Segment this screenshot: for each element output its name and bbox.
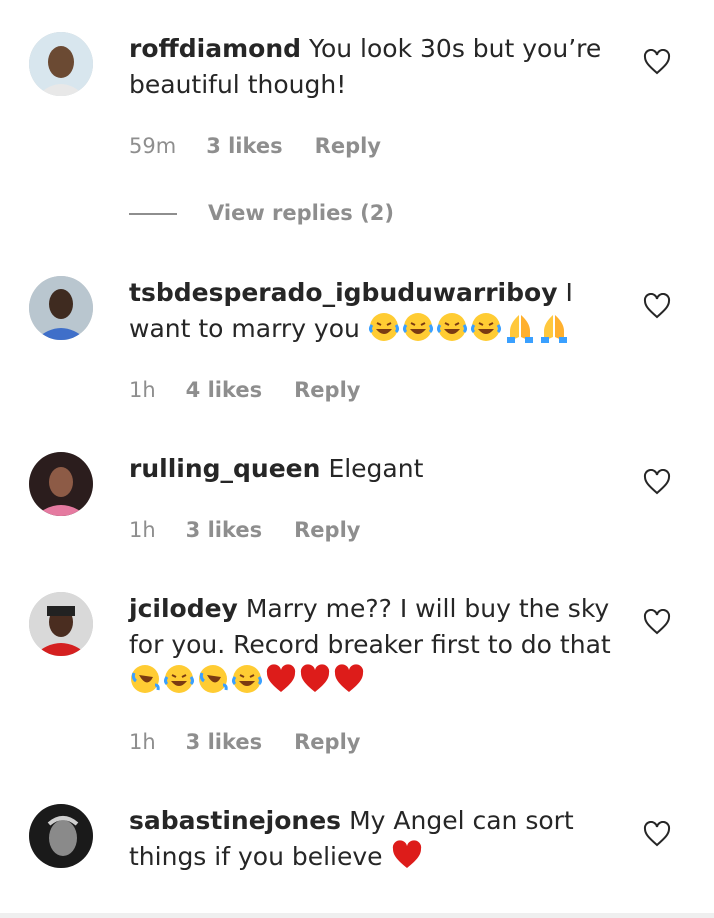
avatar[interactable] — [29, 592, 93, 656]
laughing-tears-icon — [164, 665, 194, 693]
comment-text: sabastinejones My Angel can sort things i… — [129, 803, 619, 875]
laughing-tears-icon — [470, 313, 501, 341]
likes-count[interactable]: 3 likes — [186, 727, 262, 757]
avatar[interactable] — [29, 32, 93, 96]
view-replies-label: View replies (2) — [208, 201, 394, 225]
likes-count[interactable]: 3 likes — [206, 131, 282, 161]
username[interactable]: roffdiamond — [129, 34, 301, 63]
comment-meta: 59m 3 likes Reply — [129, 131, 381, 161]
username[interactable]: tsbdesperado_igbuduwarriboy — [129, 278, 558, 307]
comment-meta: 1h 3 likes Reply — [129, 515, 360, 545]
heart-outline-icon[interactable] — [643, 821, 671, 847]
heart-outline-icon[interactable] — [643, 293, 671, 319]
heart-outline-icon[interactable] — [643, 469, 671, 495]
likes-count[interactable]: 3 likes — [186, 515, 262, 545]
comment-meta: 1h 4 likes Reply — [129, 375, 360, 405]
bottom-edge — [0, 913, 714, 918]
avatar[interactable] — [29, 276, 93, 340]
reply-button[interactable]: Reply — [294, 727, 360, 757]
comment-text: rulling_queen Elegant — [129, 451, 619, 487]
heart-outline-icon[interactable] — [643, 609, 671, 635]
red-heart-icon — [266, 664, 296, 692]
avatar[interactable] — [29, 804, 93, 868]
heart-outline-icon[interactable] — [643, 49, 671, 75]
folded-hands-icon — [540, 315, 567, 343]
reply-button[interactable]: Reply — [315, 131, 381, 161]
laughing-tears-icon — [402, 313, 433, 341]
likes-count[interactable]: 4 likes — [186, 375, 262, 405]
laughing-tears-icon — [368, 313, 399, 341]
rofl-icon — [199, 665, 228, 693]
timestamp: 59m — [129, 134, 177, 158]
red-heart-icon — [392, 840, 421, 868]
comment-meta: 1h 3 likes Reply — [129, 727, 360, 757]
comment-text: roffdiamond You look 30s but you’re beaut… — [129, 31, 619, 103]
username[interactable]: jcilodey — [129, 594, 238, 623]
username[interactable]: sabastinejones — [129, 806, 341, 835]
replies-divider — [129, 213, 177, 215]
comment-text: jcilodey Marry me?? I will buy the sky fo… — [129, 591, 619, 699]
timestamp: 1h — [129, 518, 156, 542]
reply-button[interactable]: Reply — [294, 515, 360, 545]
username[interactable]: rulling_queen — [129, 454, 320, 483]
timestamp: 1h — [129, 378, 156, 402]
laughing-tears-icon — [232, 665, 262, 693]
reply-button[interactable]: Reply — [294, 375, 360, 405]
comment-body: Elegant — [328, 454, 424, 483]
timestamp: 1h — [129, 730, 156, 754]
rofl-icon — [131, 665, 160, 693]
folded-hands-icon — [506, 315, 533, 343]
red-heart-icon — [334, 664, 364, 692]
laughing-tears-icon — [436, 313, 467, 341]
avatar[interactable] — [29, 452, 93, 516]
view-replies-button[interactable]: View replies (2) — [129, 198, 394, 228]
comment-text: tsbdesperado_igbuduwarriboy I want to mar… — [129, 275, 619, 347]
red-heart-icon — [300, 664, 330, 692]
